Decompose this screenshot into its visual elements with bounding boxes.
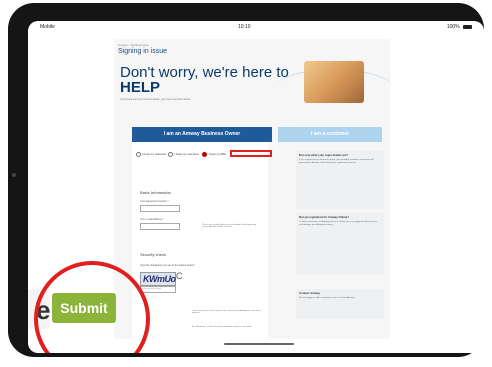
captcha-text: KWmUo xyxy=(143,274,176,284)
terms-text: I accept the terms and I agree to be con… xyxy=(192,310,261,314)
sidebar-text: If you registered your business online, … xyxy=(299,159,374,164)
captcha-image: KWmUo xyxy=(140,272,176,286)
email-input[interactable] xyxy=(140,223,180,230)
help-sidebar: Not sure what your login details are? If… xyxy=(296,151,384,339)
email-label: Your e-mail address * xyxy=(140,218,164,221)
captcha-input[interactable]: Enter text from image xyxy=(140,286,176,293)
page-title: Signing in issue xyxy=(118,48,168,55)
hero-photo xyxy=(304,61,364,103)
tab-customer[interactable]: I am a customer xyxy=(278,127,382,142)
sidebar-title: Not yet registered for Amway Online? xyxy=(299,215,349,219)
radio-forgot-username[interactable]: I forgot my username xyxy=(168,152,199,157)
sidebar-title: Contact Amway xyxy=(299,291,320,295)
home-indicator[interactable] xyxy=(224,343,294,345)
agreement-label: Your agreement number * xyxy=(140,200,169,203)
confirm-text: By submitting I confirm that the informa… xyxy=(192,326,252,328)
sidebar-box-login-details: Not sure what your login details are? If… xyxy=(296,151,384,209)
carrier-label: Mobile xyxy=(40,24,55,30)
sidebar-text: To keep in business as Amway Business Ow… xyxy=(299,221,377,226)
tab-business-owner[interactable]: I am an Amway Business Owner xyxy=(132,127,272,142)
tablet-frame: Mobile 10:10 100% Amway › Signing issue … xyxy=(8,3,484,357)
radio-label: I forgot my username xyxy=(174,153,199,157)
screen: Mobile 10:10 100% Amway › Signing issue … xyxy=(28,21,484,353)
sidebar-box-registration: Not yet registered for Amway Online? To … xyxy=(296,213,384,275)
radio-forgot-password[interactable]: I forgot my password xyxy=(136,152,167,157)
section-title-basic-info: Basic Information xyxy=(140,190,171,195)
intro-text: If you have lost your account details, y… xyxy=(120,98,191,101)
battery-indicator: 100% xyxy=(447,24,472,30)
radio-forgot-abo[interactable]: I forgot my ABO xyxy=(201,152,226,157)
red-highlight-box xyxy=(230,150,272,157)
tab-bar: I am an Amway Business Owner I am a cust… xyxy=(114,127,390,142)
captcha-placeholder: Enter text from image xyxy=(142,288,162,290)
radio-label: I forgot my password xyxy=(142,153,167,157)
radio-label: I forgot my ABO xyxy=(207,153,226,157)
sidebar-title: Not sure what your login details are? xyxy=(299,153,349,157)
status-bar: Mobile 10:10 100% xyxy=(28,21,484,33)
section-title-security: Security check xyxy=(140,252,167,257)
sidebar-box-contact: Contact Amway We are happy to offer assi… xyxy=(296,289,384,319)
web-page: Amway › Signing issue Signing in issue D… xyxy=(114,39,394,339)
radio-group: I forgot my password I forgot my usernam… xyxy=(136,152,226,157)
email-help-text: This is the e-mail address you provided … xyxy=(202,224,257,228)
radio-circle-selected[interactable] xyxy=(201,152,207,157)
radio-circle[interactable] xyxy=(136,152,141,157)
camera-dot xyxy=(12,173,16,177)
captcha-prompt: Type the characters you see in the pictu… xyxy=(140,264,196,267)
contact-link[interactable]: We are happy to offer assistance to you.… xyxy=(296,297,384,300)
clock: 10:10 xyxy=(238,24,251,30)
battery-percent: 100% xyxy=(446,24,460,30)
refresh-captcha-icon[interactable]: C xyxy=(176,271,183,281)
headline-help: HELP xyxy=(120,79,161,96)
breadcrumb[interactable]: Amway › Signing issue xyxy=(118,43,148,47)
battery-icon xyxy=(463,24,472,29)
agreement-number-input[interactable] xyxy=(140,205,180,212)
radio-circle[interactable] xyxy=(168,152,174,157)
recovery-form: I forgot my password I forgot my usernam… xyxy=(132,142,272,339)
